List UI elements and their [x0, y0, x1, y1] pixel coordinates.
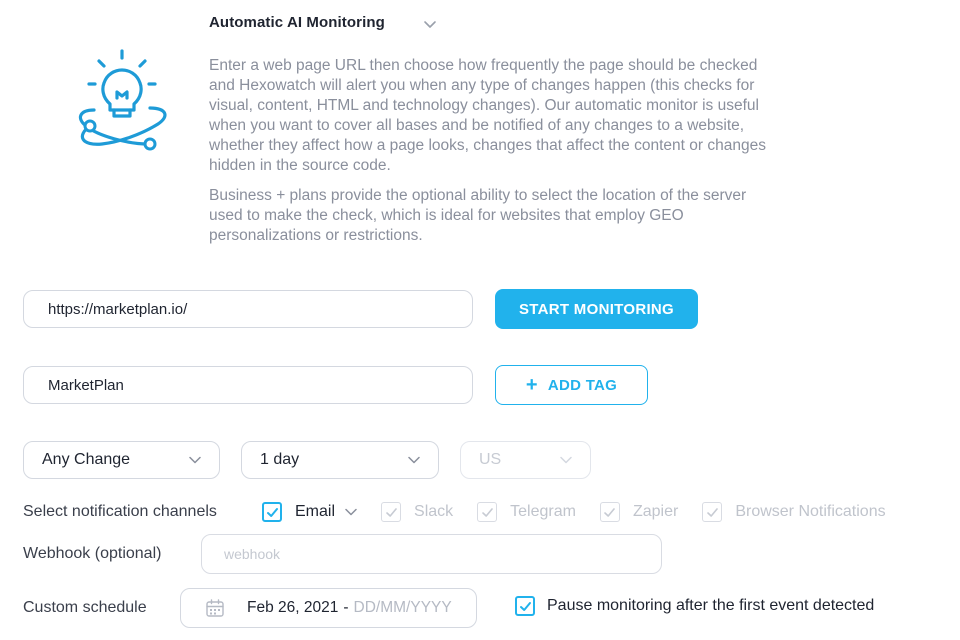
section-title: Automatic AI Monitoring: [209, 14, 385, 31]
channel-telegram[interactable]: Telegram: [477, 502, 576, 522]
webhook-input[interactable]: [224, 546, 661, 562]
slack-checkbox[interactable]: [381, 502, 402, 522]
check-icon: [266, 507, 278, 517]
check-icon: [604, 507, 616, 517]
zapier-checkbox[interactable]: [599, 502, 620, 522]
channel-browser-notifications[interactable]: Browser Notifications: [702, 502, 886, 522]
webhook-field: [201, 534, 662, 574]
pause-option[interactable]: Pause monitoring after the first event d…: [515, 596, 874, 616]
check-icon: [519, 601, 531, 611]
location-value: US: [479, 451, 502, 468]
check-icon: [707, 507, 718, 517]
start-monitoring-button[interactable]: START MONITORING: [495, 289, 698, 329]
pause-label: Pause monitoring after the first event d…: [547, 597, 875, 614]
lightbulb-orbit-icon: [78, 49, 167, 151]
location-select[interactable]: US: [460, 441, 591, 479]
channel-label: Telegram: [510, 503, 576, 520]
description: Enter a web page URL then choose how fre…: [209, 56, 769, 246]
telegram-checkbox[interactable]: [477, 502, 498, 522]
channel-email[interactable]: Email: [262, 502, 357, 522]
chevron-down-icon[interactable]: [422, 17, 438, 31]
description-paragraph: Business + plans provide the optional ab…: [209, 187, 747, 244]
channel-label: Slack: [414, 503, 454, 520]
channel-slack[interactable]: Slack: [381, 502, 453, 522]
channel-label: Email: [295, 503, 336, 520]
date-range-input[interactable]: Feb 26, 2021 - DD/MM/YYYY: [180, 588, 477, 628]
custom-schedule-label: Custom schedule: [23, 599, 147, 616]
url-value: https://marketplan.io/: [48, 300, 188, 318]
notification-channels: Email Slack Telegram Zapier Browser Noti…: [262, 500, 910, 524]
frequency-select[interactable]: 1 day: [241, 441, 439, 479]
chevron-down-icon: [189, 456, 201, 464]
tag-value: MarketPlan: [48, 376, 124, 394]
browser-notifications-checkbox[interactable]: [702, 502, 723, 522]
date-separator: -: [343, 599, 349, 616]
check-icon: [481, 507, 493, 517]
chevron-down-icon: [408, 456, 420, 464]
channel-label: Zapier: [632, 503, 679, 520]
start-date: Feb 26, 2021: [247, 599, 339, 616]
plus-icon: +: [525, 374, 538, 396]
frequency-value: 1 day: [260, 451, 300, 468]
webhook-label: Webhook (optional): [23, 545, 162, 562]
end-date-placeholder: DD/MM/YYYY: [353, 599, 452, 616]
pause-checkbox[interactable]: [515, 596, 535, 616]
description-paragraph: Enter a web page URL then choose how fre…: [209, 57, 766, 174]
add-tag-label: ADD TAG: [547, 376, 618, 394]
tag-input[interactable]: MarketPlan: [23, 366, 473, 404]
change-type-value: Any Change: [42, 451, 131, 468]
url-input[interactable]: https://marketplan.io/: [23, 290, 473, 328]
chevron-down-icon[interactable]: [345, 508, 357, 516]
email-checkbox[interactable]: [262, 502, 282, 522]
channel-label: Browser Notifications: [735, 503, 886, 520]
check-icon: [385, 507, 397, 517]
change-type-select[interactable]: Any Change: [23, 441, 220, 479]
calendar-icon: [206, 599, 224, 617]
chevron-down-icon: [560, 456, 572, 464]
notification-channels-label: Select notification channels: [23, 503, 217, 520]
add-tag-button[interactable]: + ADD TAG: [495, 365, 648, 405]
channel-zapier[interactable]: Zapier: [599, 502, 679, 522]
